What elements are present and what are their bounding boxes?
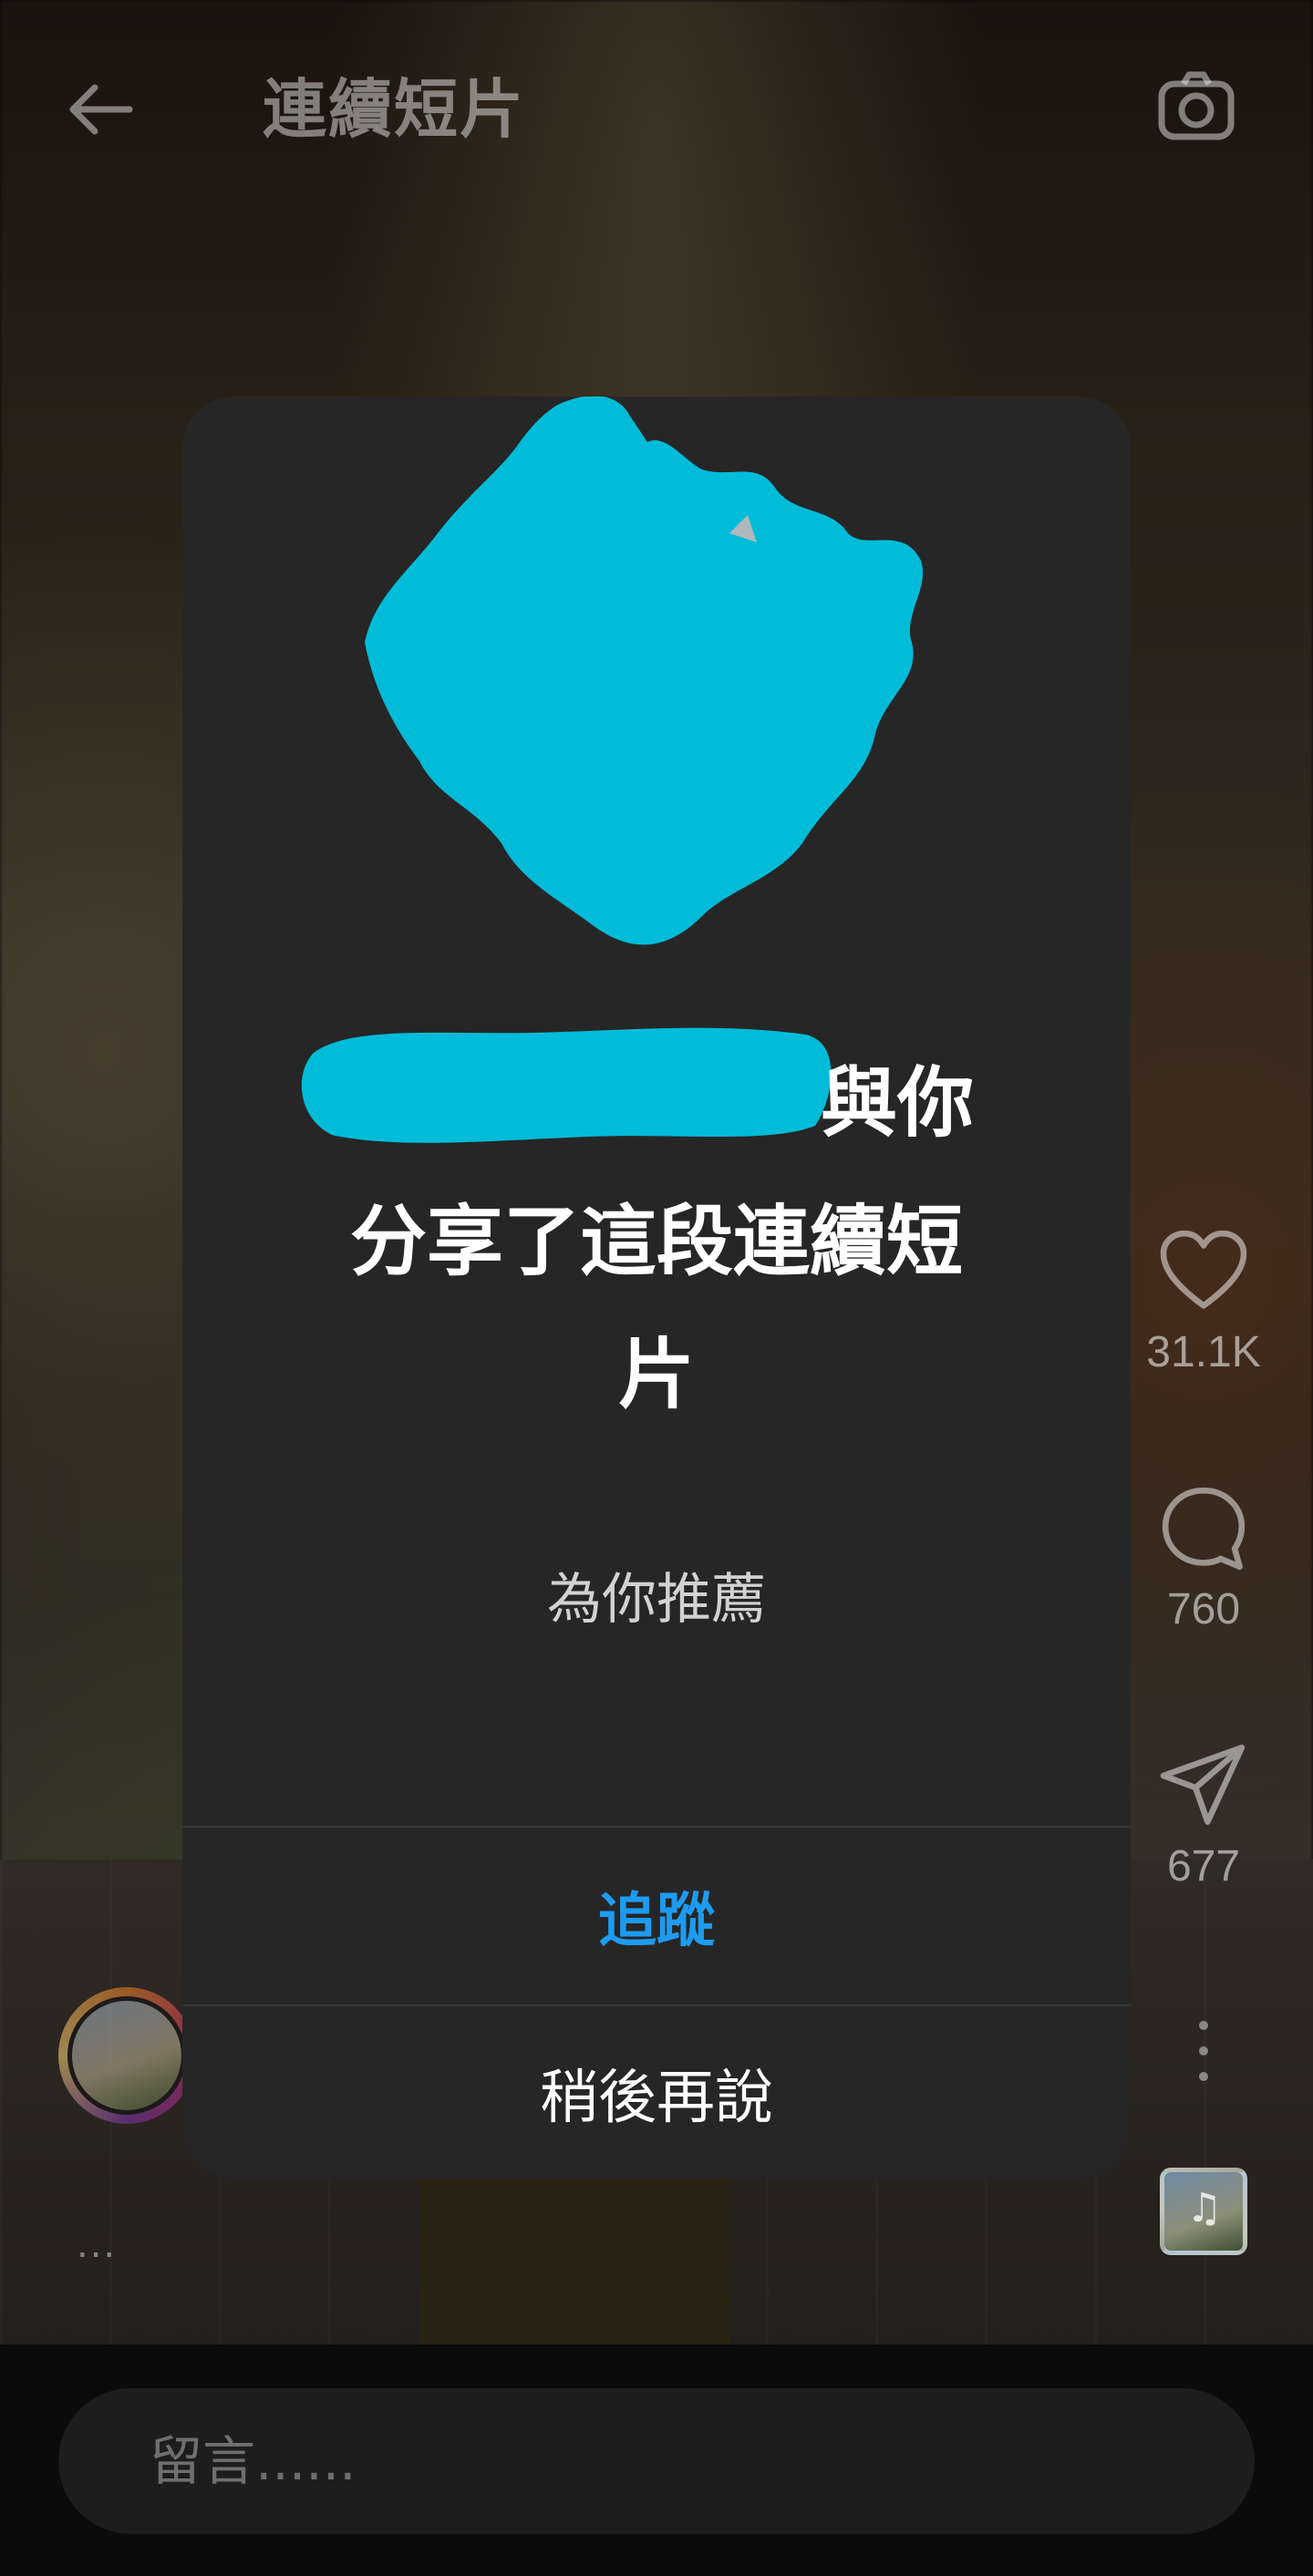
like-action[interactable]: 31.1K bbox=[1140, 1221, 1267, 1377]
comment-bubble-icon[interactable] bbox=[1153, 1479, 1254, 1579]
arrow-left-icon[interactable] bbox=[55, 64, 146, 155]
share-message-line-2: 分享了這段連續短 bbox=[349, 1197, 963, 1286]
author-avatar[interactable] bbox=[58, 1987, 195, 2124]
heart-icon[interactable] bbox=[1153, 1221, 1254, 1322]
redacted-username bbox=[301, 1027, 832, 1143]
redacted-profile-thumbnail bbox=[365, 397, 923, 945]
page-title: 連續短片 bbox=[263, 72, 525, 147]
follow-button[interactable]: 追蹤 bbox=[182, 1828, 1131, 2004]
share-action[interactable]: 677 bbox=[1140, 1736, 1267, 1891]
share-count: 677 bbox=[1166, 1842, 1241, 1891]
paper-plane-icon[interactable] bbox=[1153, 1736, 1254, 1836]
audio-track-button[interactable]: ♫ bbox=[1160, 2168, 1247, 2255]
comment-count: 760 bbox=[1166, 1585, 1241, 1633]
comment-action[interactable]: 760 bbox=[1140, 1479, 1267, 1634]
music-note-icon: ♫ bbox=[1186, 2185, 1223, 2231]
reels-page: 連續短片 31.1K 760 677 ... ♫ 留言...... 與你 分享了… bbox=[0, 0, 1313, 2576]
share-message-line-3: 片 bbox=[617, 1330, 695, 1419]
comment-bar bbox=[0, 2344, 1313, 2576]
maybe-later-button[interactable]: 稍後再說 bbox=[182, 2004, 1131, 2179]
comment-input[interactable] bbox=[58, 2388, 1255, 2534]
vertical-dots-icon[interactable] bbox=[1185, 2014, 1222, 2087]
top-bar: 連續短片 bbox=[0, 36, 1313, 173]
recommend-label: 為你推薦 bbox=[547, 1568, 766, 1632]
avatar-image bbox=[67, 1996, 186, 2115]
share-message-line-1: 與你 bbox=[821, 1058, 975, 1148]
more-options-action[interactable] bbox=[1140, 2014, 1267, 2087]
camera-icon[interactable] bbox=[1151, 62, 1242, 153]
caption-more[interactable]: ... bbox=[77, 2224, 117, 2266]
like-count: 31.1K bbox=[1146, 1328, 1261, 1376]
shared-reel-dialog: 與你 分享了這段連續短 片 為你推薦 追蹤 稍後再說 bbox=[182, 397, 1131, 2179]
